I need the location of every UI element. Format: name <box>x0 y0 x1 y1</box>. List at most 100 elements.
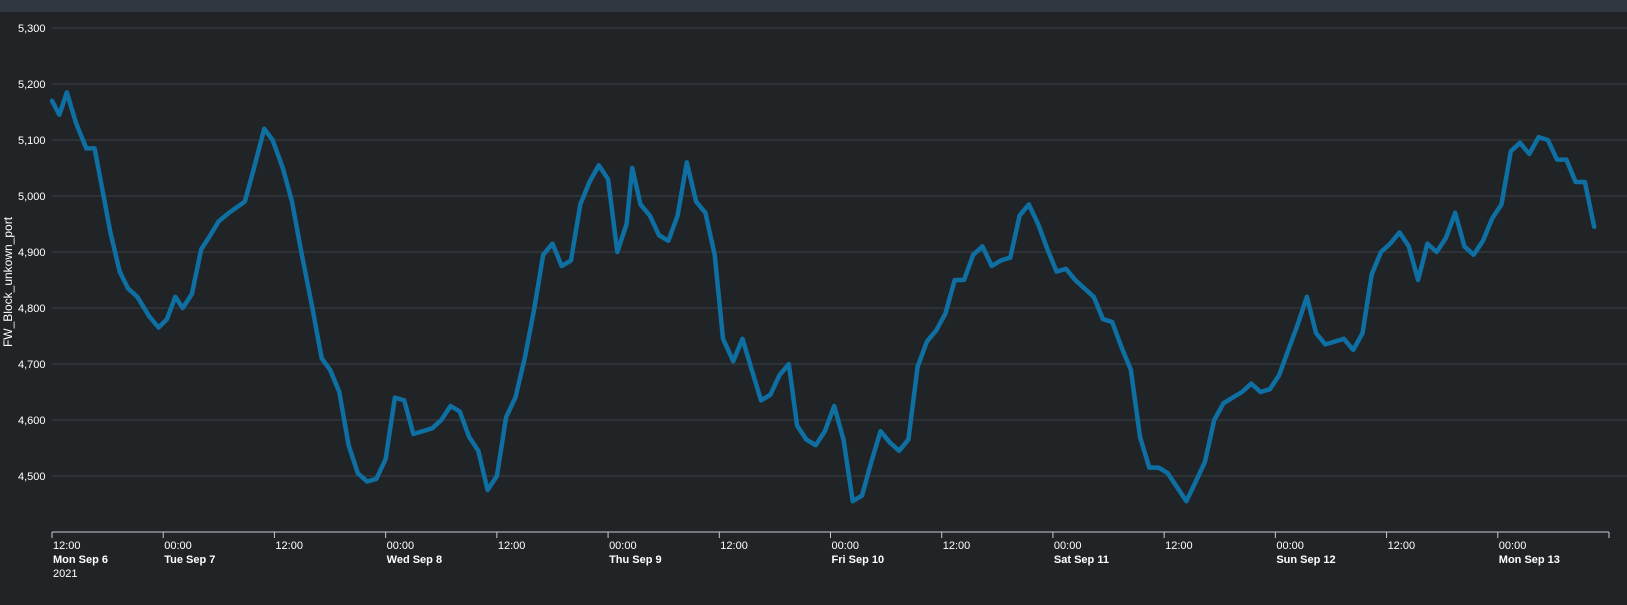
x-tick-date-label: Sat Sep 11 <box>1054 554 1109 566</box>
data-point <box>1175 485 1179 490</box>
data-point <box>1342 337 1346 341</box>
data-point <box>439 418 444 422</box>
y-tick-label-4800: 4,800 <box>18 303 46 315</box>
data-point <box>1360 331 1365 336</box>
data-point <box>1082 286 1087 291</box>
data-point <box>569 258 573 263</box>
data-point <box>999 258 1003 263</box>
data-point <box>65 90 69 95</box>
data-point <box>1277 373 1281 378</box>
data-point <box>374 477 379 481</box>
data-point <box>458 409 462 414</box>
data-point <box>108 230 113 235</box>
x-tick-date-label: Thu Sep 9 <box>609 554 662 566</box>
data-point <box>587 180 592 184</box>
data-point <box>328 367 332 372</box>
data-point <box>227 211 231 215</box>
data-point <box>1444 236 1448 240</box>
data-point <box>180 306 185 310</box>
data-point <box>411 432 416 436</box>
data-point <box>147 314 152 319</box>
y-tick-label-4500: 4,500 <box>18 471 46 483</box>
data-point <box>878 429 883 434</box>
data-point <box>420 429 425 434</box>
data-point <box>467 435 471 439</box>
data-point <box>1064 267 1068 271</box>
data-point <box>1434 250 1439 254</box>
data-point <box>126 286 130 291</box>
data-point <box>703 211 708 215</box>
data-point <box>1119 345 1124 350</box>
data-point <box>1536 135 1541 139</box>
data-point <box>1388 241 1393 246</box>
data-point <box>897 449 901 453</box>
x-tick-time-label: 00:00 <box>164 540 192 552</box>
data-point <box>1008 255 1013 260</box>
data-point <box>759 398 763 403</box>
data-point <box>1490 216 1494 221</box>
data-point <box>541 253 545 257</box>
data-point <box>1156 465 1161 470</box>
x-tick-date-label: Sun Sep 12 <box>1276 554 1335 566</box>
data-point <box>841 437 846 442</box>
y-tick-label-5000: 5,000 <box>18 191 46 203</box>
data-point <box>1249 381 1254 386</box>
data-point <box>504 415 508 420</box>
data-point <box>1564 157 1569 162</box>
data-point <box>1555 157 1559 162</box>
data-point <box>173 295 178 299</box>
y-tick-label-4600: 4,600 <box>18 415 46 427</box>
data-point <box>1212 418 1216 422</box>
data-point <box>217 219 221 223</box>
data-point <box>356 471 360 476</box>
data-point <box>1045 247 1050 251</box>
data-point <box>1036 222 1040 226</box>
data-point <box>1397 230 1402 235</box>
data-point <box>1471 253 1476 257</box>
data-point <box>1425 241 1430 246</box>
x-tick-time-label: 12:00 <box>275 540 303 552</box>
data-point <box>1101 317 1105 322</box>
data-point <box>980 244 985 249</box>
data-point <box>657 233 661 237</box>
data-point <box>190 292 194 296</box>
data-point <box>850 499 855 504</box>
data-point <box>860 493 864 498</box>
x-tick-time-label: 00:00 <box>1054 540 1082 552</box>
series-points <box>50 90 1596 504</box>
data-point <box>117 269 122 274</box>
data-point <box>550 241 555 246</box>
data-point <box>1416 278 1420 282</box>
data-point <box>712 253 717 257</box>
x-tick-time-label: 00:00 <box>1499 540 1527 552</box>
data-point <box>92 146 97 151</box>
x-tick-date-label: Mon Sep 6 <box>53 554 108 566</box>
data-point <box>383 457 388 462</box>
x-tick-date-label: Tue Sep 7 <box>164 554 215 566</box>
data-point <box>615 250 620 254</box>
data-point <box>1518 141 1522 145</box>
data-point <box>648 213 652 218</box>
data-point <box>943 311 948 316</box>
data-point <box>532 309 536 313</box>
data-point <box>559 264 564 268</box>
data-point <box>630 166 634 170</box>
data-point <box>1295 323 1300 327</box>
data-point <box>1230 395 1235 400</box>
data-point <box>495 474 499 478</box>
data-point <box>606 177 610 181</box>
data-point <box>740 337 745 341</box>
data-point <box>513 395 518 400</box>
data-point <box>243 199 247 204</box>
y-tick-label-4900: 4,900 <box>18 247 46 259</box>
data-point <box>1193 479 1198 484</box>
data-point <box>365 479 369 484</box>
data-point <box>299 250 304 254</box>
data-point <box>962 278 966 282</box>
x-tick-date-label: Fri Sep 10 <box>832 554 885 566</box>
data-point <box>1583 180 1587 184</box>
data-point <box>1314 331 1318 336</box>
data-point <box>135 295 140 299</box>
data-point <box>1509 149 1513 153</box>
data-point <box>165 317 169 322</box>
